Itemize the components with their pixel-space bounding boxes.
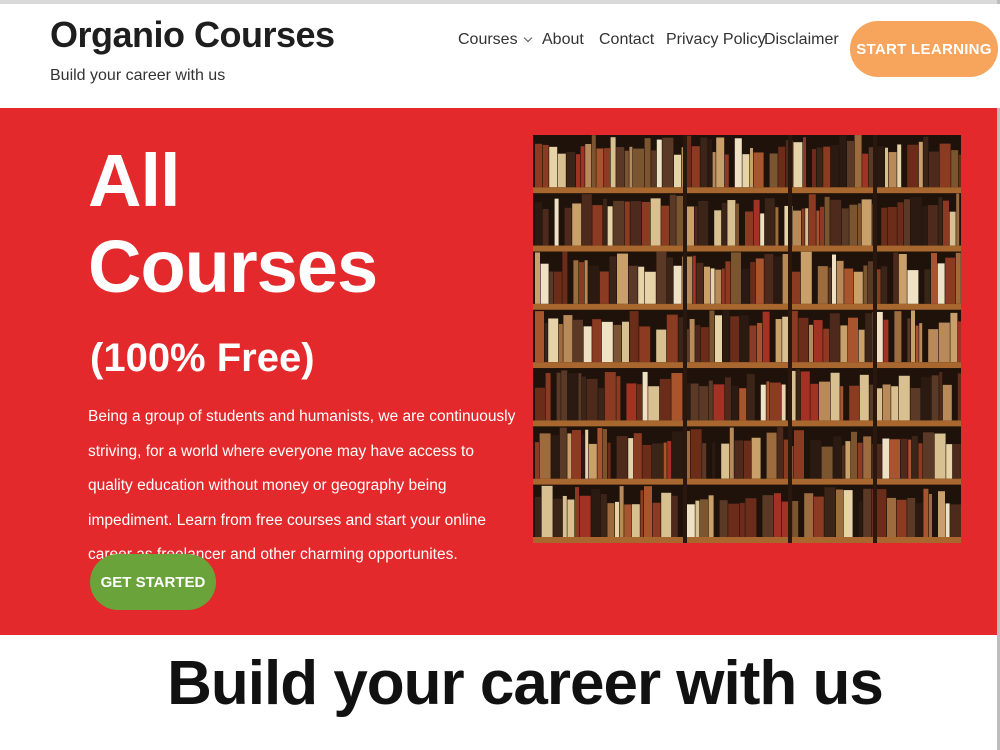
hero-description: Being a group of students and humanists,… [88,408,516,563]
bookshelf-illustration [533,135,961,543]
hero-section: All Courses (100% Free) Being a group of… [0,108,997,635]
nav-item-about[interactable]: About [542,31,584,49]
nav-item-courses[interactable]: Courses [458,31,532,49]
nav-item-privacy-policy[interactable]: Privacy Policy [666,31,766,49]
hero-title-line-2: Courses [88,225,378,308]
nav-courses-label: Courses [458,31,518,48]
hero-title-line-1: All [88,139,181,222]
site-header: Organio Courses Build your career with u… [0,4,1000,108]
get-started-button[interactable]: GET STARTED [90,554,216,610]
hero-title: All Courses [88,138,378,310]
brand-title[interactable]: Organio Courses [50,14,335,56]
chevron-down-icon [523,33,532,43]
nav-item-disclaimer[interactable]: Disclaimer [764,31,839,49]
hero-subtitle: (100% Free) [90,336,315,380]
nav-item-contact[interactable]: Contact [599,31,654,49]
start-learning-button[interactable]: START LEARNING [850,21,998,77]
brand-tagline: Build your career with us [50,67,226,84]
section-heading: Build your career with us [167,649,884,718]
bookshelf-image [533,135,961,543]
